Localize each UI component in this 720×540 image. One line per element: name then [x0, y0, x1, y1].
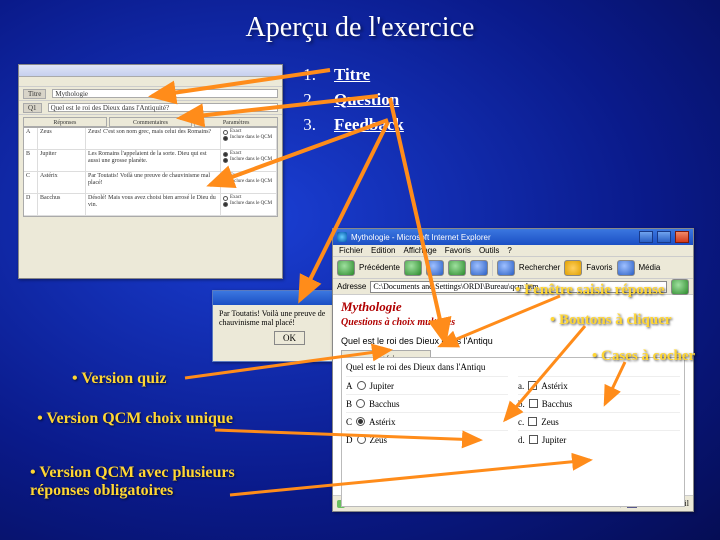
table-row: B Jupiter Les Romains l'appelaient de la… — [24, 150, 277, 172]
caption-version-quiz: • Version quiz — [72, 370, 167, 388]
lbl-feedback: Feedback — [334, 115, 404, 135]
checkbox-icon[interactable] — [529, 435, 538, 444]
question-field[interactable]: Quel est le roi des Dieux dans l'Antiqui… — [48, 103, 278, 112]
radio-icon[interactable] — [223, 196, 228, 201]
num-1: 1. — [298, 65, 316, 85]
checkbox-icon[interactable] — [529, 399, 538, 408]
search-icon[interactable] — [497, 260, 515, 276]
refresh-icon[interactable] — [448, 260, 466, 276]
checkbox-icon[interactable] — [528, 417, 537, 426]
qcm-radio-row[interactable]: DZeus — [346, 430, 508, 448]
table-row: D Bacchus Désolé! Mais vous avez choisi … — [24, 194, 277, 216]
radio-icon[interactable] — [223, 174, 228, 179]
num-item-2: 2. Question — [298, 87, 404, 112]
row-letter: A — [24, 128, 38, 149]
caption-version-qcm-multi: • Version QCM avec plusieurs réponses ob… — [30, 464, 240, 501]
tab-commentaires[interactable]: Commentaires — [109, 117, 193, 127]
separator — [492, 260, 493, 276]
num-item-1: 1. Titre — [298, 62, 404, 87]
browser-menubar: Fichier Edition Affichage Favoris Outils… — [333, 245, 693, 257]
dialog-ok-button[interactable]: OK — [274, 331, 305, 345]
tab-parametres[interactable]: Paramètres — [194, 117, 278, 127]
menu-favoris[interactable]: Favoris — [445, 246, 471, 255]
radio-icon[interactable] — [223, 136, 228, 141]
editor-titlebar — [19, 65, 282, 77]
tab-reponses[interactable]: Réponses — [23, 117, 107, 127]
q-label: Q1 — [23, 103, 42, 113]
radio-icon[interactable] — [357, 381, 366, 390]
browser-window: Mythologie - Microsoft Internet Explorer… — [332, 228, 694, 512]
editor-question-row: Q1 Quel est le roi des Dieux dans l'Anti… — [19, 101, 282, 115]
media-icon[interactable] — [617, 260, 635, 276]
back-label: Précédente — [359, 263, 400, 272]
slide-title: Aperçu de l'exercice — [0, 0, 720, 44]
qcm-panel: Quel est le roi des Dieux dans l'Antiqu … — [341, 357, 685, 495]
qcm-checkbox-column: a.Astérix b.Bacchus c.Zeus d.Jupiter — [518, 376, 680, 448]
browser-titlebar: Mythologie - Microsoft Internet Explorer — [333, 229, 693, 245]
radio-icon[interactable] — [223, 180, 228, 185]
editor-title-row: Titre Mythologie — [19, 87, 282, 101]
radio-icon[interactable] — [223, 130, 228, 135]
radio-icon[interactable] — [356, 417, 365, 426]
radio-icon[interactable] — [223, 202, 228, 207]
qcm-check-row[interactable]: d.Jupiter — [518, 430, 680, 448]
favorites-icon[interactable] — [564, 260, 582, 276]
table-row: C Astérix Par Toutatis! Voilà une preuve… — [24, 172, 277, 194]
radio-icon[interactable] — [223, 158, 228, 163]
caption-fenetre: • Fenêtre saisie réponse — [515, 282, 665, 299]
menu-edition[interactable]: Edition — [371, 246, 395, 255]
table-row: A Zeus Zeus! C'est son nom grec, mais ce… — [24, 128, 277, 150]
qcm-radio-row[interactable]: AJupiter — [346, 376, 508, 394]
go-icon[interactable] — [671, 279, 689, 295]
titre-label: Titre — [23, 89, 46, 99]
stop-icon[interactable] — [426, 260, 444, 276]
editor-menubar — [19, 77, 282, 87]
quiz-question: Quel est le roi des Dieux dans l'Antiqu — [341, 336, 685, 346]
editor-window: Titre Mythologie Q1 Quel est le roi des … — [18, 64, 283, 279]
close-button[interactable] — [675, 231, 689, 243]
checkbox-icon[interactable] — [528, 381, 537, 390]
menu-outils[interactable]: Outils — [479, 246, 499, 255]
row-feedback[interactable]: Zeus! C'est son nom grec, mais celui des… — [86, 128, 221, 149]
menu-affichage[interactable]: Affichage — [403, 246, 436, 255]
num-item-3: 3. Feedback — [298, 112, 404, 137]
num-2: 2. — [298, 90, 316, 110]
browser-toolbar: Précédente Rechercher Favoris Média — [333, 257, 693, 279]
maximize-button[interactable] — [657, 231, 671, 243]
qcm-radio-column: AJupiter BBacchus CAstérix DZeus — [346, 376, 508, 448]
ie-icon — [337, 232, 347, 242]
qcm-check-row[interactable]: b.Bacchus — [518, 394, 680, 412]
row-params: Exact Inclure dans le QCM — [221, 128, 277, 149]
forward-icon[interactable] — [404, 260, 422, 276]
back-icon[interactable] — [337, 260, 355, 276]
qcm-radio-row[interactable]: CAstérix — [346, 412, 508, 430]
numbered-list: 1. Titre 2. Question 3. Feedback — [298, 62, 404, 137]
radio-icon[interactable] — [223, 152, 228, 157]
row-answer[interactable]: Zeus — [38, 128, 86, 149]
qcm-radio-row[interactable]: BBacchus — [346, 394, 508, 412]
address-label: Adresse — [337, 282, 366, 291]
caption-version-qcm-unique: • Version QCM choix unique — [30, 410, 240, 428]
qcm-check-row[interactable]: c.Zeus — [518, 412, 680, 430]
caption-boutons: • Boutons à cliquer — [550, 312, 672, 329]
window-title: Mythologie - Microsoft Internet Explorer — [351, 233, 635, 242]
menu-fichier[interactable]: Fichier — [339, 246, 363, 255]
num-3: 3. — [298, 115, 316, 135]
radio-icon[interactable] — [356, 399, 365, 408]
titre-field[interactable]: Mythologie — [52, 89, 278, 98]
menu-help[interactable]: ? — [507, 246, 511, 255]
lbl-question: Question — [334, 90, 399, 110]
lbl-titre: Titre — [334, 65, 370, 85]
radio-icon[interactable] — [357, 435, 366, 444]
caption-cases: • Cases à cocher — [592, 348, 695, 365]
editor-tabs: Réponses Commentaires Paramètres — [23, 117, 278, 127]
answer-grid: A Zeus Zeus! C'est son nom grec, mais ce… — [23, 127, 278, 217]
qcm-check-row[interactable]: a.Astérix — [518, 376, 680, 394]
minimize-button[interactable] — [639, 231, 653, 243]
home-icon[interactable] — [470, 260, 488, 276]
